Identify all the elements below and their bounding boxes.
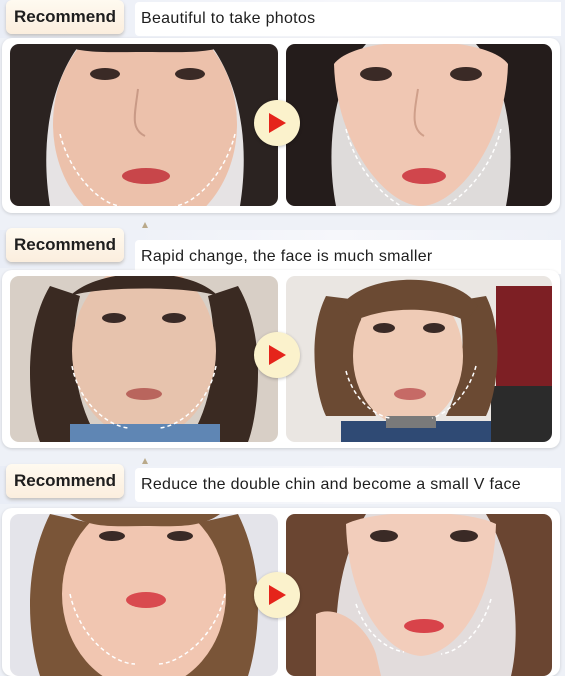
after-photo [286,276,552,442]
recommend-tag: Recommend [6,0,124,34]
play-arrow-icon [254,100,300,146]
caption-text: Rapid change, the face is much smaller [135,240,561,274]
pointer-triangle [142,458,148,464]
caption-text: Beautiful to take photos [135,2,561,36]
after-photo [286,514,552,676]
before-photo [10,44,278,206]
recommend-tag: Recommend [6,228,124,262]
after-photo [286,44,552,206]
before-photo [10,514,278,676]
section-1: Recommend Beautiful to take photos [0,0,565,215]
play-arrow-icon [254,572,300,618]
caption-text: Reduce the double chin and become a smal… [135,468,561,502]
comparison-panel [2,38,560,213]
section-3: Recommend Reduce the double chin and bec… [0,454,565,676]
before-photo [10,276,278,442]
pointer-triangle [142,222,148,228]
play-arrow-icon [254,332,300,378]
section-2: Recommend Rapid change, the face is much… [0,218,565,450]
comparison-panel [2,270,560,448]
comparison-panel [2,508,560,676]
recommend-tag: Recommend [6,464,124,498]
